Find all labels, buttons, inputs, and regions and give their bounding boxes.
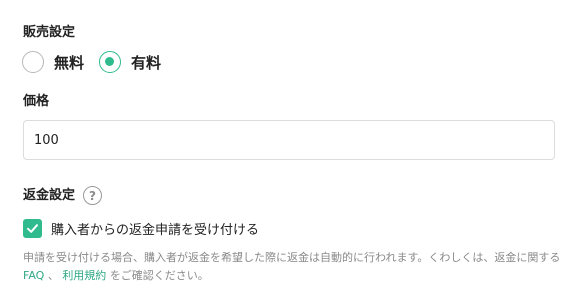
refund-note: 申請を受け付ける場合、購入者が返金を希望した際に返金は自動的に行われます。くわし… bbox=[23, 249, 563, 285]
terms-link[interactable]: 利用規約 bbox=[62, 269, 106, 282]
sales-type-radio-group: 無料 有料 bbox=[22, 49, 161, 75]
radio-free-label[interactable]: 無料 bbox=[54, 52, 84, 73]
help-question-icon[interactable]: ? bbox=[83, 186, 103, 205]
accept-refund-checkbox[interactable] bbox=[23, 219, 42, 238]
radio-option-free[interactable]: 無料 bbox=[22, 51, 84, 73]
refund-note-text: 申請を受け付ける場合、購入者が返金を希望した際に返金は自動的に行われます。くわし… bbox=[23, 251, 561, 264]
price-input[interactable] bbox=[23, 120, 555, 160]
refund-note-suffix: をご確認ください。 bbox=[109, 269, 209, 282]
faq-link[interactable]: FAQ bbox=[23, 269, 44, 282]
price-title: 価格 bbox=[23, 94, 50, 109]
radio-free-circle[interactable] bbox=[22, 51, 44, 73]
radio-paid-label[interactable]: 有料 bbox=[131, 52, 161, 73]
accept-refund-label[interactable]: 購入者からの返金申請を受け付ける bbox=[51, 219, 259, 238]
radio-option-paid[interactable]: 有料 bbox=[99, 51, 161, 73]
radio-paid-circle[interactable] bbox=[99, 51, 122, 73]
note-separator: 、 bbox=[47, 269, 59, 282]
accept-refund-checkbox-row[interactable]: 購入者からの返金申請を受け付ける bbox=[23, 219, 259, 238]
checkmark-icon bbox=[27, 224, 38, 233]
refund-settings-title: 返金設定 bbox=[23, 187, 76, 203]
refund-header: 返金設定 ? bbox=[23, 186, 103, 205]
sales-settings-title: 販売設定 bbox=[23, 25, 76, 40]
